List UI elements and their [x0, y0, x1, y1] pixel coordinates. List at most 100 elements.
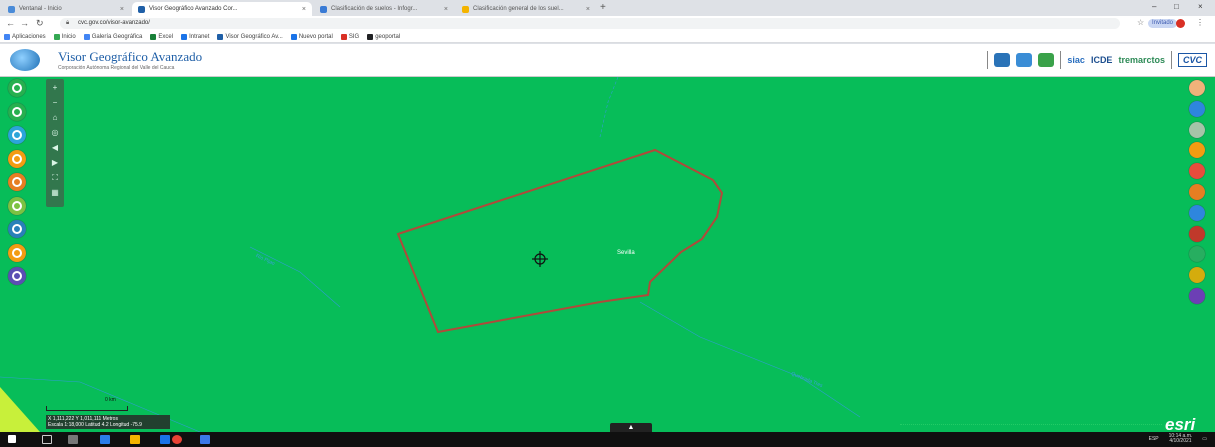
water-icon[interactable] — [1189, 100, 1205, 117]
file-explorer-icon[interactable] — [130, 435, 140, 444]
map-nav-button[interactable]: ◀ — [46, 143, 64, 152]
tab-label: Ventanal - Inicio — [19, 6, 62, 12]
bookmark-favicon-icon — [150, 33, 157, 40]
list-icon[interactable] — [8, 267, 26, 285]
window-close-icon[interactable]: × — [1198, 2, 1203, 11]
map-nav-button[interactable]: ⌂ — [46, 113, 64, 122]
back-icon[interactable]: ← — [6, 18, 15, 28]
tool-glyph — [12, 106, 22, 117]
chart-icon[interactable] — [1189, 204, 1205, 221]
map-nav-button[interactable]: ▦ — [46, 188, 64, 197]
bookmarks-bar: Aplicaciones Inicio Galería Geográfica Exce… — [0, 31, 1215, 43]
bookmark-item[interactable]: Excel — [150, 33, 174, 40]
bookmark-favicon-icon — [367, 33, 374, 40]
river-line — [639, 301, 861, 418]
bookmark-item[interactable]: Inicio — [53, 33, 76, 40]
bookmark-item[interactable]: Visor Geográfico Av... — [217, 33, 283, 40]
zoom-icon[interactable] — [8, 196, 26, 215]
bookmark-item[interactable]: SIG — [340, 33, 359, 40]
browser-tab[interactable]: Ventanal - Inicio × — [2, 2, 130, 16]
bookmark-favicon-icon — [181, 33, 188, 40]
close-tab-icon[interactable]: × — [120, 6, 124, 13]
new-tab-plus-icon[interactable]: + — [600, 2, 606, 13]
bookmark-label: Aplicaciones — [12, 33, 46, 40]
basemap-icon[interactable] — [8, 126, 26, 144]
map-nav-button[interactable]: − — [46, 98, 64, 107]
coordinates-box: X 1,111,222 Y 1,011,111 Metros Escala 1:… — [46, 415, 170, 429]
reload-icon[interactable]: ↻ — [36, 18, 44, 29]
tab-label: Clasificación de suelos - Infogr... — [331, 6, 418, 12]
tray-language[interactable]: ESP — [1149, 436, 1159, 442]
soil-icon[interactable] — [1189, 121, 1205, 138]
measure-icon[interactable] — [8, 220, 26, 238]
browser-tab-active[interactable]: Visor Geográfico Avanzado Cor... × — [132, 2, 312, 16]
app-icon[interactable] — [200, 435, 210, 444]
crosshair-icon[interactable] — [532, 251, 548, 267]
header-right-tools: siac ICDE tremarctos CVC — [987, 49, 1207, 71]
notifications-icon[interactable]: ▭ — [1202, 436, 1207, 442]
mountain-icon[interactable] — [994, 53, 1011, 67]
bookmark-item[interactable]: Nuevo portal — [290, 33, 333, 40]
browser-tab[interactable]: Clasificación de suelos - Infogr... × — [314, 2, 454, 16]
edge-icon[interactable] — [100, 435, 110, 444]
map-canvas[interactable]: Sevilla Río Pijao Quebrada Tres + − ⌂ ◎ ◀ ▶ ⛶ ▦… — [0, 77, 1215, 432]
search-icon[interactable] — [8, 149, 26, 168]
address-bar[interactable]: 🔒︎ cvc.gov.co/visor-avanzado/ — [60, 18, 1120, 29]
close-tab-icon[interactable]: × — [302, 6, 306, 13]
map-nav-button[interactable]: ◎ — [46, 128, 64, 137]
search-icon[interactable] — [42, 435, 52, 444]
task-view-icon[interactable] — [68, 435, 78, 444]
bookmark-item[interactable]: geoportal — [367, 33, 400, 40]
add-icon[interactable] — [8, 102, 26, 121]
browser-tab-strip: Ventanal - Inicio × Visor Geográfico Ava… — [0, 0, 1215, 16]
print-icon[interactable] — [8, 173, 26, 191]
browser-toolbar: ← → ↻ 🔒︎ cvc.gov.co/visor-avanzado/ ☆ In… — [0, 16, 1215, 31]
bookmark-item[interactable]: Intranet — [181, 33, 209, 40]
app-logo-icon[interactable] — [10, 49, 40, 71]
brand-tremarctos[interactable]: tremarctos — [1118, 55, 1165, 65]
bookmark-label: Excel — [158, 33, 174, 40]
chrome-icon[interactable] — [172, 435, 182, 444]
windows-start-icon[interactable] — [8, 435, 16, 443]
bookmark-item[interactable]: Aplicaciones — [4, 33, 46, 40]
tab-favicon-icon — [462, 5, 469, 13]
close-tab-icon[interactable]: × — [586, 6, 590, 13]
profile-button[interactable]: Invitado — [1148, 19, 1178, 28]
map-nav-button[interactable]: + — [46, 83, 64, 92]
map-navigation-panel: + − ⌂ ◎ ◀ ▶ ⛶ ▦ — [46, 79, 64, 207]
maximize-icon[interactable]: □ — [1174, 2, 1179, 11]
map-nav-button[interactable]: ▶ — [46, 158, 64, 167]
tool-glyph — [12, 200, 22, 211]
bookmark-item[interactable]: Galería Geográfica — [83, 33, 142, 40]
bookmark-favicon-icon — [340, 33, 347, 40]
mountain-icon[interactable] — [1189, 225, 1205, 242]
close-tab-icon[interactable]: × — [444, 6, 448, 13]
help-icon[interactable] — [8, 79, 26, 97]
browser-tab[interactable]: Clasificación general de los suel... × — [456, 2, 596, 16]
clock[interactable]: 10:14 a.m. 4/10/2021 — [1169, 434, 1193, 444]
bookmark-star-icon[interactable]: ☆ — [1137, 18, 1144, 27]
app-header: Visor Geográfico Avanzado Corporación Au… — [0, 44, 1215, 77]
draw-icon[interactable] — [8, 243, 26, 262]
layers-icon[interactable] — [1016, 53, 1033, 67]
forward-icon[interactable]: → — [20, 18, 29, 28]
polygon-label: Sevilla — [617, 250, 635, 256]
map-nav-button[interactable]: ⛶ — [46, 173, 64, 183]
area-polygon[interactable] — [396, 148, 724, 334]
system-tray: ESP 10:14 a.m. 4/10/2021 ▭ — [1149, 434, 1207, 444]
bookmark-label: Nuevo portal — [298, 33, 333, 40]
brand-cvc[interactable]: CVC — [1177, 53, 1207, 67]
people-icon[interactable] — [1189, 184, 1205, 200]
tools-icon[interactable] — [1189, 288, 1205, 304]
brand-icde[interactable]: ICDE — [1091, 55, 1113, 65]
brand-siac[interactable]: siac — [1067, 55, 1085, 65]
globe-icon[interactable] — [1038, 53, 1055, 67]
info-icon[interactable] — [1189, 80, 1205, 96]
minimize-icon[interactable]: – — [1152, 2, 1156, 11]
tab-favicon-icon — [8, 5, 15, 13]
collapse-panel-button[interactable]: ▲ — [610, 423, 652, 432]
browser-menu-icon[interactable]: ⋮ — [1196, 18, 1204, 27]
windows-taskbar: ESP 10:14 a.m. 4/10/2021 ▭ — [0, 432, 1215, 447]
store-icon[interactable] — [160, 435, 170, 444]
profile-avatar-icon[interactable] — [1176, 19, 1185, 28]
